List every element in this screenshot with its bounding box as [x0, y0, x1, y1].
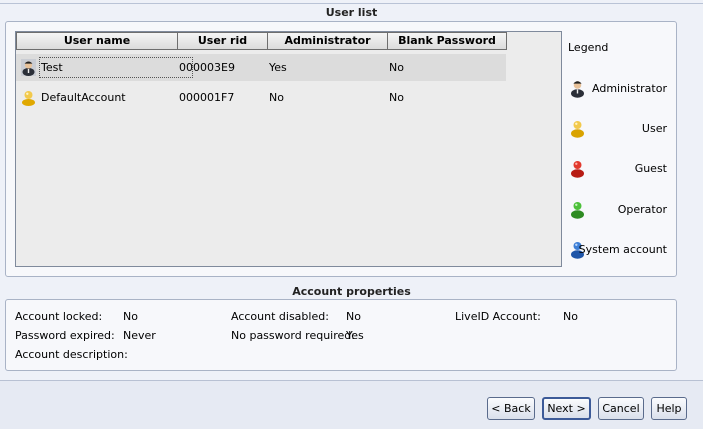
operator-icon — [571, 202, 584, 219]
user-rid: 000001F7 — [179, 91, 235, 104]
blank-password-value: No — [389, 91, 404, 104]
legend-label: Administrator — [592, 82, 667, 95]
account-disabled-label: Account disabled: — [231, 310, 329, 323]
no-password-required-label: No password required: — [231, 329, 355, 342]
legend-guest: Guest — [568, 158, 673, 180]
user-name: Test — [41, 61, 63, 74]
administrator-icon — [571, 81, 584, 98]
back-button[interactable]: < Back — [487, 397, 535, 420]
legend-label: Operator — [617, 203, 667, 216]
list-header: User name User rid Administrator Blank P… — [16, 32, 507, 50]
user-row-defaultaccount[interactable]: DefaultAccount 000001F7 No No — [16, 84, 506, 111]
liveid-account-value: No — [563, 310, 578, 323]
legend-administrator: Administrator — [568, 78, 673, 100]
password-expired-value: Never — [123, 329, 156, 342]
column-header-user-rid[interactable]: User rid — [177, 32, 268, 50]
legend-title: Legend — [568, 41, 609, 54]
cancel-button[interactable]: Cancel — [598, 397, 644, 420]
user-list[interactable]: User name User rid Administrator Blank P… — [15, 31, 562, 267]
account-locked-value: No — [123, 310, 138, 323]
account-locked-label: Account locked: — [15, 310, 103, 323]
account-description-label: Account description: — [15, 348, 128, 361]
help-button[interactable]: Help — [651, 397, 687, 420]
column-header-user-name[interactable]: User name — [16, 32, 178, 50]
next-button[interactable]: Next > — [542, 397, 591, 420]
legend-label: System account — [578, 243, 667, 256]
account-disabled-value: No — [346, 310, 361, 323]
administrator-icon — [21, 59, 36, 76]
account-properties-title: Account properties — [292, 285, 411, 298]
password-expired-label: Password expired: — [15, 329, 115, 342]
user-list-title: User list — [325, 6, 378, 19]
user-rid: 000003E9 — [179, 61, 235, 74]
no-password-required-value: Yes — [346, 329, 364, 342]
user-icon — [571, 121, 584, 138]
column-header-administrator[interactable]: Administrator — [267, 32, 388, 50]
blank-password-value: No — [389, 61, 404, 74]
guest-icon — [571, 161, 584, 178]
legend-label: Guest — [634, 162, 667, 175]
administrator-value: Yes — [269, 61, 287, 74]
user-name: DefaultAccount — [41, 91, 126, 104]
legend-system-account: System account — [568, 239, 673, 261]
administrator-value: No — [269, 91, 284, 104]
legend-operator: Operator — [568, 199, 673, 221]
top-divider — [0, 3, 703, 4]
liveid-account-label: LiveID Account: — [455, 310, 541, 323]
column-header-blank-password[interactable]: Blank Password — [387, 32, 507, 50]
user-icon — [22, 91, 35, 106]
user-row-test[interactable]: Test 000003E9 Yes No — [16, 54, 506, 81]
legend-user: User — [568, 118, 673, 140]
legend-label: User — [641, 122, 667, 135]
